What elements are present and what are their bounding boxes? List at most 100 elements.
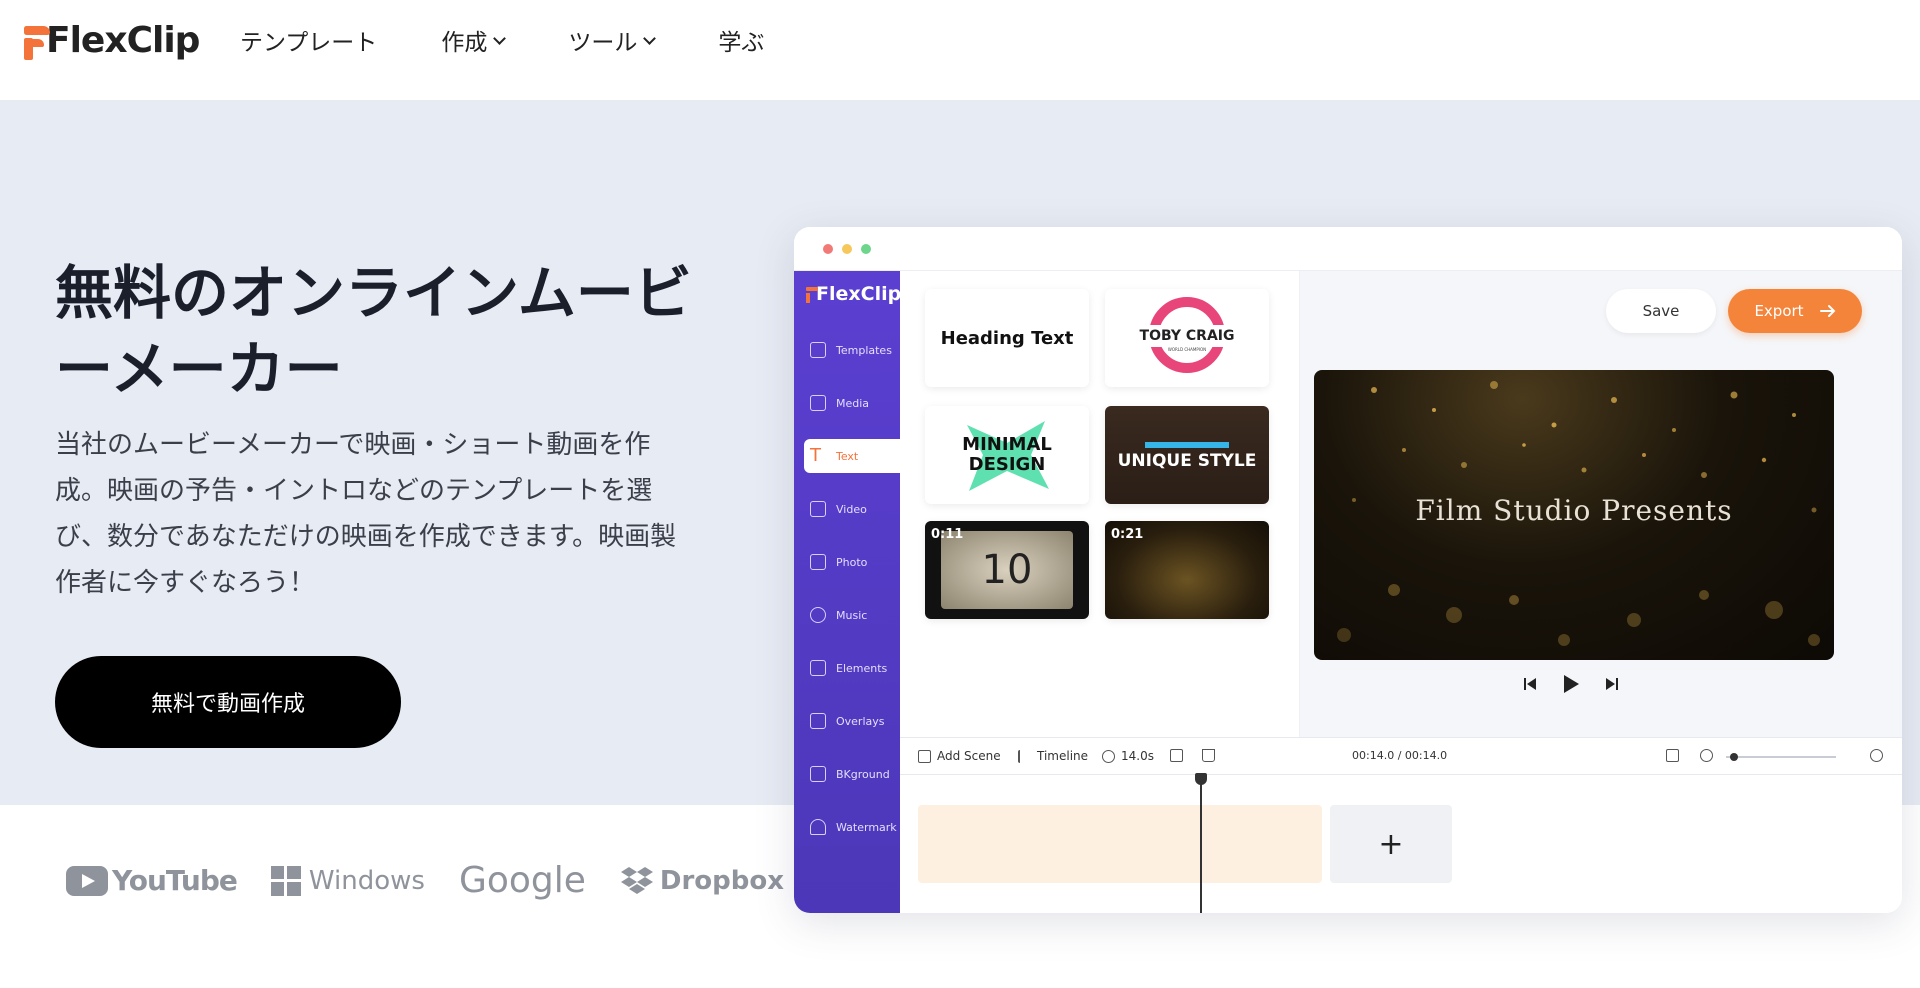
- youtube-play-icon: [66, 865, 108, 896]
- close-dot-icon: [823, 244, 833, 254]
- card-text-group: MINIMAL DESIGN: [962, 435, 1052, 475]
- sidebar-item-overlays[interactable]: Overlays: [804, 704, 900, 738]
- watermark-icon: [810, 819, 826, 835]
- zoom-slider-track: [1726, 753, 1836, 761]
- windows-icon: [270, 865, 301, 896]
- youtube-logo: YouTube: [66, 864, 238, 897]
- sidebar-item-watermark[interactable]: Watermark: [804, 810, 900, 844]
- zoom-out-button[interactable]: [1700, 749, 1713, 762]
- create-video-free-button[interactable]: 無料で動画作成: [55, 656, 401, 748]
- add-scene-tile[interactable]: +: [1330, 805, 1452, 883]
- media-icon: [810, 395, 826, 411]
- sidebar-item-music[interactable]: Music: [804, 598, 900, 632]
- background-icon: [810, 766, 826, 782]
- hero-desc-line: 当社のムービーメーカーで映画・ショート動画を作: [55, 430, 651, 460]
- sidebar-item-elements[interactable]: Elements: [804, 651, 900, 685]
- playback-controls: [1522, 674, 1620, 694]
- hero-title-line: ーメーカー: [55, 335, 343, 403]
- chevron-down-icon: [493, 31, 507, 45]
- google-logo: Google: [459, 860, 586, 901]
- brand-label: Dropbox: [659, 865, 785, 896]
- hero-title: 無料のオンラインムービ ーメーカー: [55, 255, 725, 407]
- nav-item-create[interactable]: 作成: [441, 22, 507, 58]
- nav-menu: テンプレート 作成 ツール 学ぶ: [240, 22, 828, 58]
- card-text: MINIMAL: [962, 434, 1052, 455]
- dropbox-logo: Dropbox: [620, 866, 784, 896]
- flexclip-logo[interactable]: FlexClip: [24, 20, 200, 61]
- nav-item-templates[interactable]: テンプレート: [240, 22, 377, 58]
- video-preview[interactable]: Film Studio Presents: [1314, 370, 1834, 660]
- template-card-golden-particles[interactable]: 0:21: [1105, 521, 1269, 619]
- sidebar-item-background[interactable]: BKground: [804, 757, 900, 791]
- nav-item-label: ツール: [568, 30, 638, 56]
- sidebar-item-label: BKground: [836, 767, 890, 781]
- video-icon: [810, 501, 826, 517]
- delete-button[interactable]: [1202, 749, 1215, 762]
- hero-desc-line: 作者に今すぐなろう！: [55, 568, 316, 598]
- nav-item-label: テンプレート: [240, 30, 378, 56]
- maximize-dot-icon: [861, 244, 871, 254]
- hero-desc-line: び、数分であなただけの映画を作成できます。映画製: [55, 522, 677, 552]
- toolbar-label: Add Scene: [937, 749, 1001, 763]
- template-card-heading[interactable]: Heading Text: [925, 289, 1089, 387]
- export-label: Export: [1754, 302, 1804, 320]
- trash-icon: [1202, 749, 1215, 762]
- toolbar-label: Timeline: [1037, 749, 1089, 763]
- sidebar-item-label: Watermark: [836, 820, 897, 834]
- music-icon: [810, 607, 826, 623]
- video-title-text: Film Studio Presents: [1415, 494, 1733, 527]
- save-button[interactable]: Save: [1606, 289, 1716, 333]
- sidebar-item-photo[interactable]: Photo: [804, 545, 900, 579]
- add-scene-button[interactable]: Add Scene: [918, 749, 1001, 763]
- duration-button[interactable]: 14.0s: [1102, 749, 1154, 763]
- zoom-in-button[interactable]: [1870, 749, 1883, 762]
- nav-item-tools[interactable]: ツール: [568, 22, 657, 58]
- template-card-minimal-design[interactable]: MINIMAL DESIGN: [925, 406, 1089, 504]
- sidebar-item-label: Media: [836, 396, 870, 410]
- sidebar-logo: FlexClip: [806, 283, 901, 305]
- zoom-slider[interactable]: [1726, 753, 1836, 761]
- logo-text: FlexClip: [46, 20, 200, 61]
- sidebar-logo-text: FlexClip: [816, 283, 902, 305]
- play-icon[interactable]: [1562, 674, 1580, 694]
- timeline-button[interactable]: Timeline: [1018, 749, 1088, 763]
- editor-mockup: FlexClip Templates Media T Text Video Pho…: [794, 227, 1902, 913]
- scene-clip[interactable]: [918, 805, 1322, 883]
- copy-icon: [1170, 749, 1183, 762]
- template-card-countdown[interactable]: 10 0:11: [925, 521, 1089, 619]
- duplicate-button[interactable]: [1170, 749, 1183, 762]
- card-text: UNIQUE STYLE: [1117, 451, 1257, 471]
- sidebar-item-video[interactable]: Video: [804, 492, 900, 526]
- export-button[interactable]: Export: [1728, 289, 1862, 333]
- plus-icon: +: [1378, 826, 1404, 862]
- skip-back-icon[interactable]: [1522, 676, 1538, 692]
- fit-button[interactable]: [1666, 749, 1679, 762]
- time-readout: 00:14.0 / 00:14.0: [1352, 749, 1447, 762]
- save-label: Save: [1642, 302, 1680, 320]
- nav-item-learn[interactable]: 学ぶ: [718, 22, 764, 58]
- zoom-slider-thumb[interactable]: [1730, 753, 1738, 761]
- zoom-in-icon: [1870, 749, 1883, 762]
- template-card-unique-style[interactable]: UNIQUE STYLE: [1105, 406, 1269, 504]
- card-subtext: WORLD CHAMPION: [1167, 347, 1207, 352]
- timeline-toolbar: Add Scene Timeline 14.0s 00:14.0 / 00:14…: [900, 737, 1902, 775]
- sidebar-item-text[interactable]: T Text: [804, 439, 900, 473]
- skip-forward-icon[interactable]: [1604, 676, 1620, 692]
- sidebar-item-media[interactable]: Media: [804, 386, 900, 420]
- arrow-right-icon: [1819, 305, 1835, 317]
- windows-logo: Windows: [270, 865, 425, 896]
- template-card-toby-craig[interactable]: TOBY CRAIG WORLD CHAMPION: [1105, 289, 1269, 387]
- countdown-number: 10: [981, 547, 1033, 593]
- sidebar-item-label: Video: [836, 502, 867, 516]
- chevron-down-icon: [643, 31, 657, 45]
- sidebar-item-label: Templates: [836, 343, 892, 357]
- hero-desc-line: 成。映画の予告・イントロなどのテンプレートを選: [55, 476, 653, 506]
- sidebar-item-label: Elements: [836, 661, 888, 675]
- brand-label: YouTube: [112, 864, 238, 897]
- zoom-out-icon: [1700, 749, 1713, 762]
- accent-bar: [1145, 442, 1229, 448]
- playhead[interactable]: [1195, 773, 1207, 913]
- elements-icon: [810, 660, 826, 676]
- sidebar-item-templates[interactable]: Templates: [804, 333, 900, 367]
- dropbox-icon: [620, 866, 653, 894]
